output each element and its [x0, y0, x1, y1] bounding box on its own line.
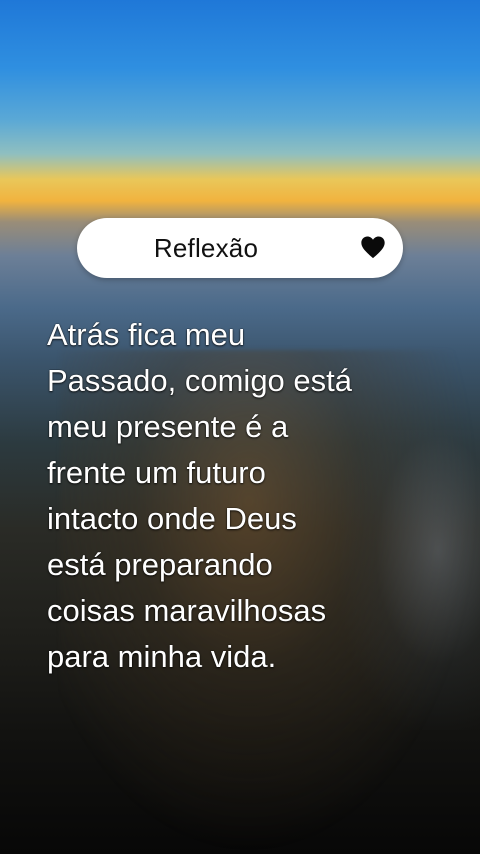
quote-line: intacto onde Deus: [47, 501, 297, 536]
quote-line: Atrás fica meu: [47, 317, 246, 352]
quote-line: frente um futuro: [47, 455, 266, 490]
quote-line: está preparando: [47, 547, 273, 582]
quote-line: coisas maravilhosas: [47, 593, 327, 628]
quote-line: Passado, comigo está: [47, 363, 353, 398]
heart-icon: [361, 236, 385, 259]
quote-text: Atrás fica meu Passado, comigo está meu …: [47, 312, 457, 680]
quote-line: meu presente é a: [47, 409, 289, 444]
quote-line: para minha vida.: [47, 639, 277, 674]
title-card: Reflexão: [77, 218, 403, 278]
title-text: Reflexão: [153, 232, 259, 263]
